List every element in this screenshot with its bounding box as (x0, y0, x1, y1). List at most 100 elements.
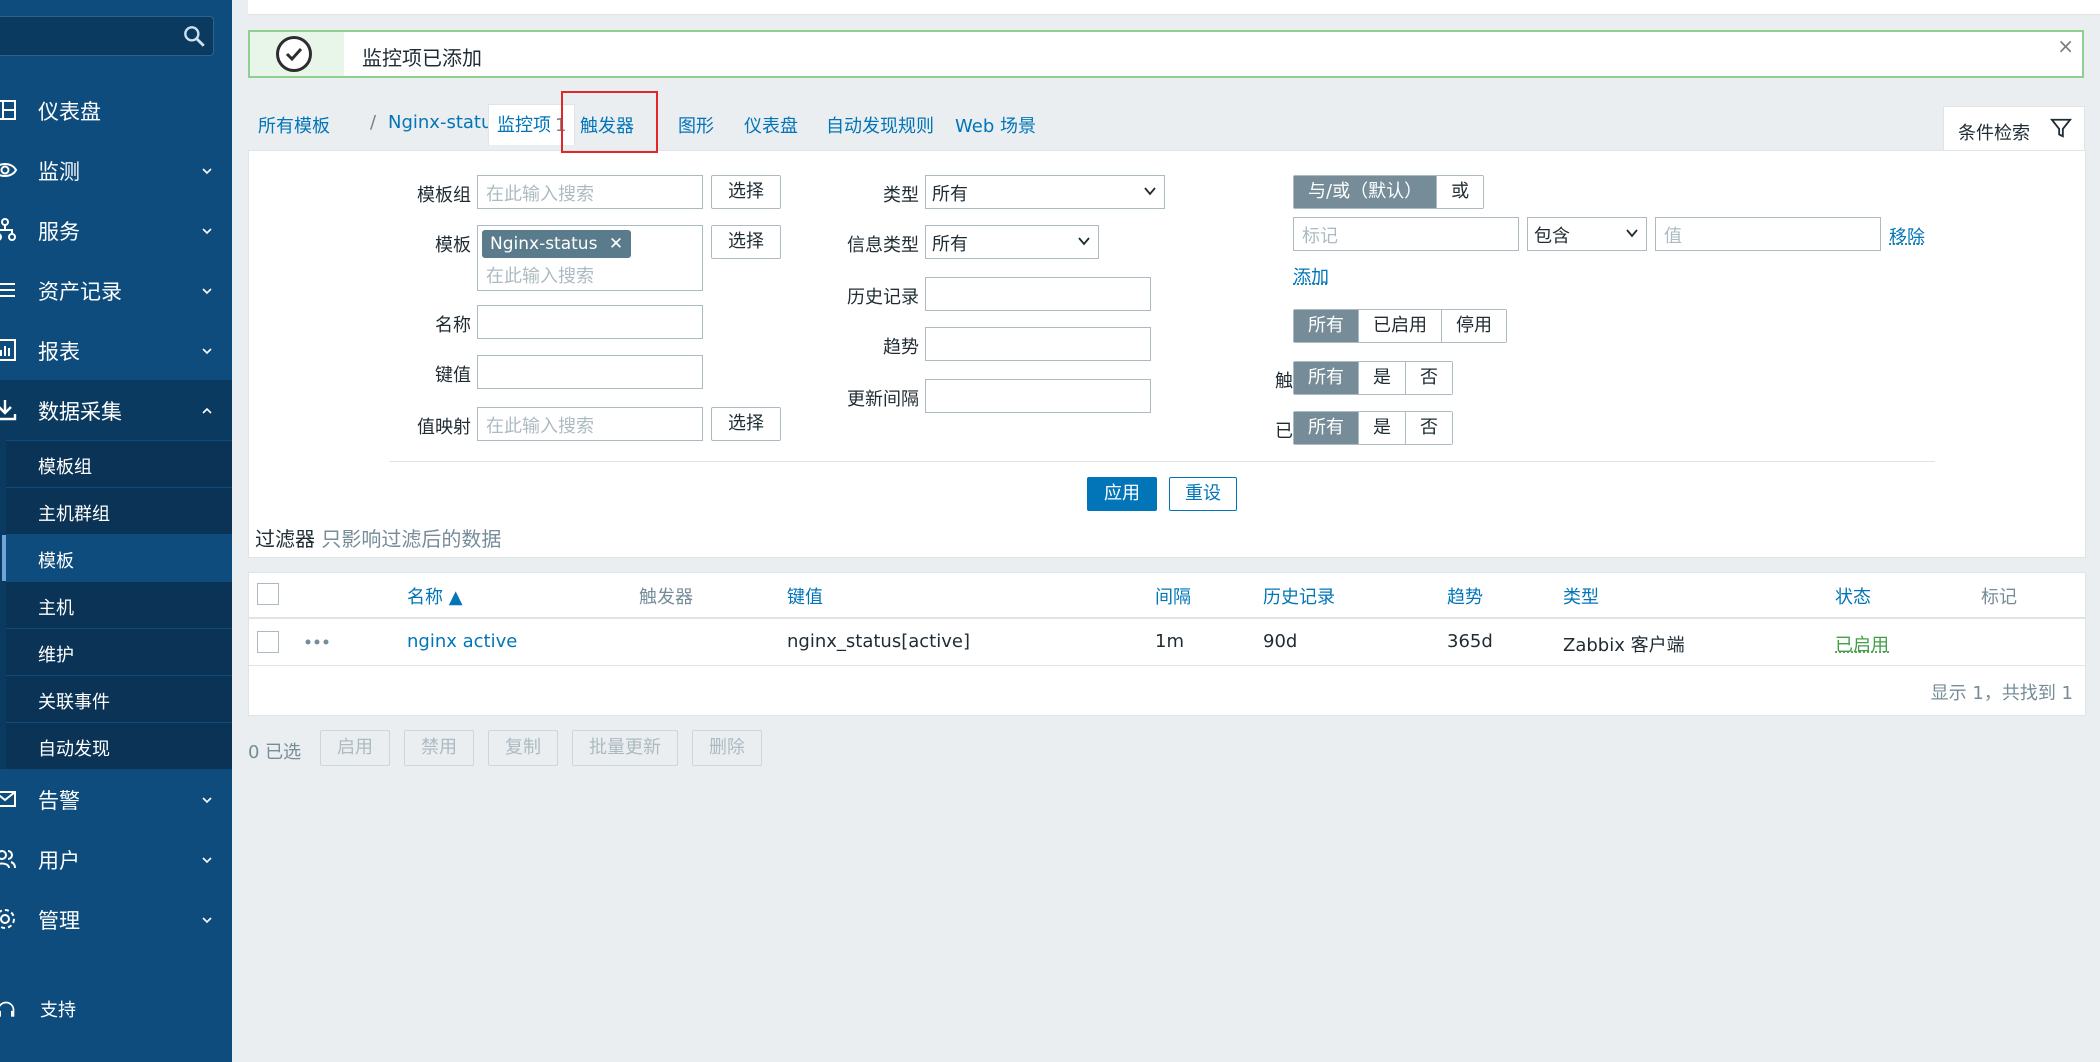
nav-services[interactable]: 服务 (0, 200, 232, 260)
col-status[interactable]: 状态 (1835, 583, 1871, 609)
tab-graphs[interactable]: 图形 (678, 112, 714, 138)
inherited-all[interactable]: 所有 (1294, 412, 1359, 444)
template-multiselect[interactable]: Nginx-status ✕ 在此输入搜索 (477, 225, 703, 291)
tab-dashboards[interactable]: 仪表盘 (744, 112, 798, 138)
item-type: Zabbix 客户端 (1563, 635, 1685, 656)
col-history[interactable]: 历史记录 (1263, 583, 1335, 609)
valuemap-select-button[interactable]: 选择 (711, 407, 781, 441)
nav-monitoring[interactable]: 监测 (0, 140, 232, 200)
list-icon (0, 283, 15, 297)
tag-name-input[interactable]: 标记 (1293, 217, 1519, 251)
success-icon-box (250, 32, 344, 76)
valuemap-input[interactable]: 在此输入搜索 (477, 407, 703, 441)
item-status-toggle[interactable]: 已启用 (1835, 631, 1889, 657)
tag-operator-toggle: 与/或（默认） 或 (1293, 175, 1485, 209)
col-triggers: 触发器 (639, 587, 693, 608)
bar-chart-icon (0, 339, 16, 361)
status-disabled[interactable]: 停用 (1442, 310, 1506, 342)
nav-reports[interactable]: 报表 (0, 320, 232, 380)
tag-value-input[interactable]: 值 (1655, 217, 1881, 251)
main-content: 监控项已添加 × 所有模板 / Nginx-status 监控项 1 触发器 图形… (232, 0, 2100, 1062)
tag-op-and-or[interactable]: 与/或（默认） (1294, 176, 1438, 208)
col-type[interactable]: 类型 (1563, 583, 1599, 609)
header-strip (248, 0, 2100, 15)
tag-operator-select[interactable]: 包含 (1527, 217, 1647, 251)
col-key[interactable]: 键值 (787, 583, 823, 609)
tag-add-link[interactable]: 添加 (1293, 263, 1329, 289)
status-enabled[interactable]: 已启用 (1359, 310, 1442, 342)
template-chip: Nginx-status ✕ (482, 230, 632, 258)
history-label: 历史记录 (847, 287, 919, 308)
inherited-yes[interactable]: 是 (1359, 412, 1406, 444)
template-group-input[interactable]: 在此输入搜索 (477, 175, 703, 209)
sub-item-host-groups[interactable]: 主机群组 (6, 487, 232, 534)
sub-item-templates[interactable]: 模板 (2, 534, 232, 581)
chevron-down-icon (202, 348, 212, 355)
triggers-no[interactable]: 否 (1406, 362, 1452, 394)
reset-button[interactable]: 重设 (1169, 477, 1237, 511)
selected-count: 0 已选 (248, 742, 302, 763)
history-input[interactable] (925, 277, 1151, 311)
nav-administration[interactable]: 管理 (0, 889, 232, 949)
tab-web-scenarios[interactable]: Web 场景 (955, 112, 1036, 138)
info-type-select[interactable]: 所有 (925, 225, 1099, 259)
nav-alerts[interactable]: 告警 (0, 769, 232, 829)
item-key: nginx_status[active] (787, 631, 970, 652)
sub-item-event-correlation[interactable]: 关联事件 (6, 675, 232, 722)
apply-button[interactable]: 应用 (1087, 477, 1157, 511)
mass-actions: 0 已选 启用 禁用 复制 批量更新 删除 (248, 730, 948, 766)
col-interval[interactable]: 间隔 (1155, 583, 1191, 609)
mass-update-button[interactable]: 批量更新 (572, 730, 678, 766)
template-select-button[interactable]: 选择 (711, 225, 781, 259)
triggers-yes[interactable]: 是 (1359, 362, 1406, 394)
gear-icon (0, 909, 15, 929)
disable-button[interactable]: 禁用 (404, 730, 474, 766)
filter-divider (389, 461, 1935, 462)
template-group-select-button[interactable]: 选择 (711, 175, 781, 209)
col-trends[interactable]: 趋势 (1447, 583, 1483, 609)
inherited-no[interactable]: 否 (1406, 412, 1452, 444)
type-label: 类型 (883, 185, 919, 206)
nav-label: 报表 (38, 340, 80, 364)
tag-op-or[interactable]: 或 (1437, 176, 1484, 208)
name-input[interactable] (477, 305, 703, 339)
row-checkbox[interactable] (257, 631, 279, 653)
select-all-checkbox[interactable] (257, 583, 279, 605)
type-select[interactable]: 所有 (925, 175, 1165, 209)
status-all[interactable]: 所有 (1294, 310, 1359, 342)
col-name[interactable]: 名称 ▲ (407, 583, 463, 609)
triggers-all[interactable]: 所有 (1294, 362, 1359, 394)
copy-button[interactable]: 复制 (488, 730, 558, 766)
close-icon[interactable]: × (2057, 34, 2074, 58)
inherited-toggle: 所有 是 否 (1293, 411, 1453, 445)
tag-remove-link[interactable]: 移除 (1889, 223, 1925, 249)
sidebar: 仪表盘 监测 服务 资产记录 报表 数据采集 模板组 主机群组 模板 主机 维护… (0, 0, 232, 1062)
status-toggle: 所有 已启用 停用 (1293, 309, 1507, 343)
sub-item-hosts[interactable]: 主机 (6, 581, 232, 628)
sub-item-discovery[interactable]: 自动发现 (6, 722, 232, 769)
sub-item-maintenance[interactable]: 维护 (6, 628, 232, 675)
tab-discovery-rules[interactable]: 自动发现规则 (826, 112, 934, 138)
breadcrumb-template[interactable]: Nginx-status (388, 112, 502, 133)
search-icon[interactable] (181, 23, 207, 49)
more-options-icon[interactable] (305, 639, 329, 645)
item-interval: 1m (1155, 631, 1184, 652)
sub-item-template-groups[interactable]: 模板组 (6, 440, 232, 487)
chip-remove-icon[interactable]: ✕ (609, 234, 623, 254)
nav-data-collection[interactable]: 数据采集 (0, 380, 232, 440)
breadcrumb-all-templates[interactable]: 所有模板 (258, 112, 330, 138)
trends-input[interactable] (925, 327, 1151, 361)
template-group-label: 模板组 (417, 185, 471, 206)
nav-users[interactable]: 用户 (0, 829, 232, 889)
nav-dashboard[interactable]: 仪表盘 (0, 80, 232, 140)
item-name-link[interactable]: nginx active (407, 631, 517, 652)
key-input[interactable] (477, 355, 703, 389)
filter-tab[interactable]: 条件检索 (1943, 106, 2085, 153)
success-message: 监控项已添加 × (248, 30, 2084, 78)
nav-inventory[interactable]: 资产记录 (0, 260, 232, 320)
update-interval-input[interactable] (925, 379, 1151, 413)
delete-button[interactable]: 删除 (692, 730, 762, 766)
enable-button[interactable]: 启用 (320, 730, 390, 766)
trends-label: 趋势 (883, 337, 919, 358)
sidebar-search-input[interactable] (0, 16, 214, 56)
